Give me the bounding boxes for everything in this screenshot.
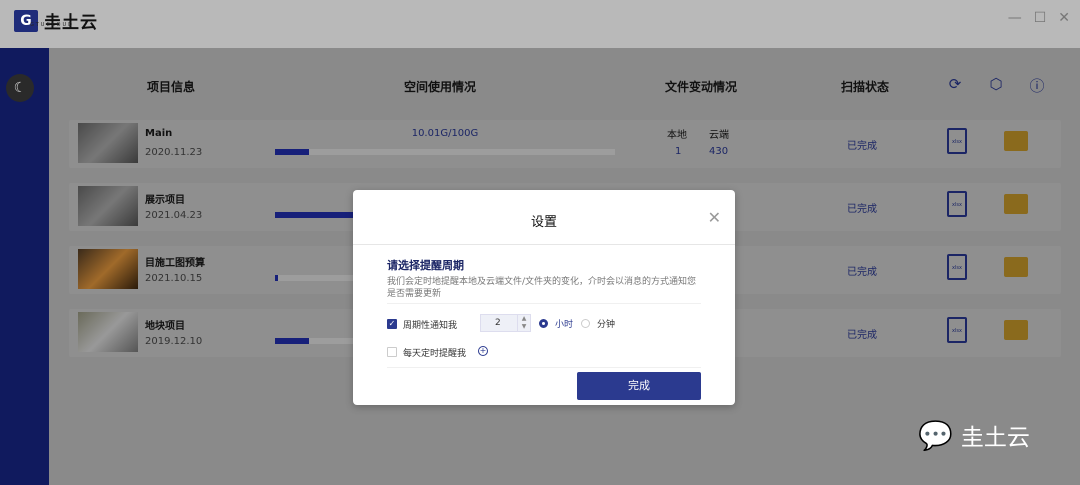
watermark-text: 圭土云: [960, 425, 1030, 451]
decrement-button[interactable]: ▼: [517, 323, 530, 331]
interval-value: 2: [495, 318, 501, 328]
periodic-checkbox[interactable]: ✓: [387, 319, 397, 329]
unit-minute-label: 分钟: [597, 320, 616, 330]
cloud-label: 云端: [709, 130, 729, 141]
project-date: 2021.04.23: [145, 210, 203, 221]
brand-name: 圭土云: [44, 13, 98, 33]
periodic-label: 周期性通知我: [403, 321, 458, 331]
folder-icon[interactable]: [1004, 257, 1028, 277]
app-logo: G 圭土云: [14, 8, 98, 33]
space-usage-fill: [275, 338, 309, 344]
column-header-info: 项目信息: [147, 80, 196, 94]
scan-status: 已完成: [847, 267, 877, 278]
folder-icon[interactable]: [1004, 320, 1028, 340]
project-date: 2019.12.10: [145, 336, 203, 347]
done-button[interactable]: 完成: [577, 372, 701, 400]
minimize-button[interactable]: —: [1008, 10, 1022, 26]
help-icon[interactable]: ⓘ: [1027, 75, 1047, 95]
scan-status: 已完成: [847, 141, 877, 152]
column-header-scan: 扫描状态: [841, 80, 890, 94]
unit-minute-radio[interactable]: [581, 319, 590, 328]
increment-button[interactable]: ▲: [517, 315, 530, 323]
export-xlsx-icon[interactable]: xlsx: [947, 128, 967, 154]
column-header-files: 文件变动情况: [665, 80, 738, 94]
dark-mode-toggle[interactable]: ☾: [6, 74, 34, 102]
dialog-close-icon[interactable]: ✕: [708, 208, 721, 227]
space-usage-bar: [275, 149, 615, 155]
scan-status: 已完成: [847, 330, 877, 341]
refresh-icon[interactable]: ⟳: [945, 75, 965, 95]
project-name: 目施工图预算: [145, 258, 205, 269]
project-row[interactable]: Main 2020.11.23 10.01G/100G 本地 云端 1 430 …: [69, 120, 1061, 168]
interval-stepper[interactable]: 2 ▲ ▼: [480, 314, 531, 332]
sidebar: ☾: [0, 48, 49, 485]
maximize-button[interactable]: ☐: [1034, 10, 1047, 26]
project-date: 2020.11.23: [145, 147, 203, 158]
dialog-title: 设置: [530, 215, 557, 230]
folder-icon[interactable]: [1004, 194, 1028, 214]
export-xlsx-icon[interactable]: xlsx: [947, 317, 967, 343]
scan-status: 已完成: [847, 204, 877, 215]
settings-dialog: 设置 ✕ 请选择提醒周期 我们会定时地提醒本地及云端文件/文件夹的变化，介时会以…: [353, 190, 735, 405]
window-controls: — ☐ ✕: [1008, 10, 1070, 26]
export-xlsx-icon[interactable]: xlsx: [947, 191, 967, 217]
project-thumbnail: [78, 249, 138, 289]
folder-icon[interactable]: [1004, 131, 1028, 151]
brand-subtitle: GTUCLOUD: [30, 22, 74, 28]
title-bar: G 圭土云 GTUCLOUD — ☐ ✕: [0, 0, 1080, 48]
project-name: Main: [145, 128, 173, 139]
space-usage-fill: [275, 149, 309, 155]
space-usage-text: 10.01G/100G: [411, 128, 479, 139]
local-label: 本地: [667, 130, 687, 141]
cloud-count: 430: [709, 146, 729, 157]
unit-hour-label: 小时: [555, 320, 574, 330]
column-header-space: 空间使用情况: [404, 80, 477, 94]
divider: [353, 244, 735, 245]
wechat-icon: 💬: [918, 418, 953, 452]
close-button[interactable]: ✕: [1058, 10, 1070, 26]
project-date: 2021.10.15: [145, 273, 203, 284]
reminder-heading: 请选择提醒周期: [387, 259, 464, 272]
watermark: 💬 圭土云: [918, 418, 1030, 452]
project-name: 地块项目: [145, 321, 185, 332]
divider: [387, 303, 701, 304]
divider: [387, 367, 701, 368]
reminder-description: 我们会定时地提醒本地及云端文件/文件夹的变化，介时会以消息的方式通知您是否需要更…: [387, 277, 697, 299]
local-count: 1: [675, 146, 682, 157]
daily-checkbox[interactable]: [387, 347, 397, 357]
project-thumbnail: [78, 186, 138, 226]
add-time-icon[interactable]: +: [478, 346, 488, 356]
project-name: 展示项目: [145, 195, 185, 206]
project-thumbnail: [78, 312, 138, 352]
export-xlsx-icon[interactable]: xlsx: [947, 254, 967, 280]
space-usage-fill: [275, 212, 360, 218]
unit-hour-radio[interactable]: [539, 319, 548, 328]
logo-icon: G: [14, 9, 38, 32]
settings-icon[interactable]: ⬡: [986, 75, 1006, 95]
project-thumbnail: [78, 123, 138, 163]
moon-icon: ☾: [13, 80, 27, 96]
daily-label: 每天定时提醒我: [403, 349, 467, 359]
space-usage-fill: [275, 275, 279, 281]
